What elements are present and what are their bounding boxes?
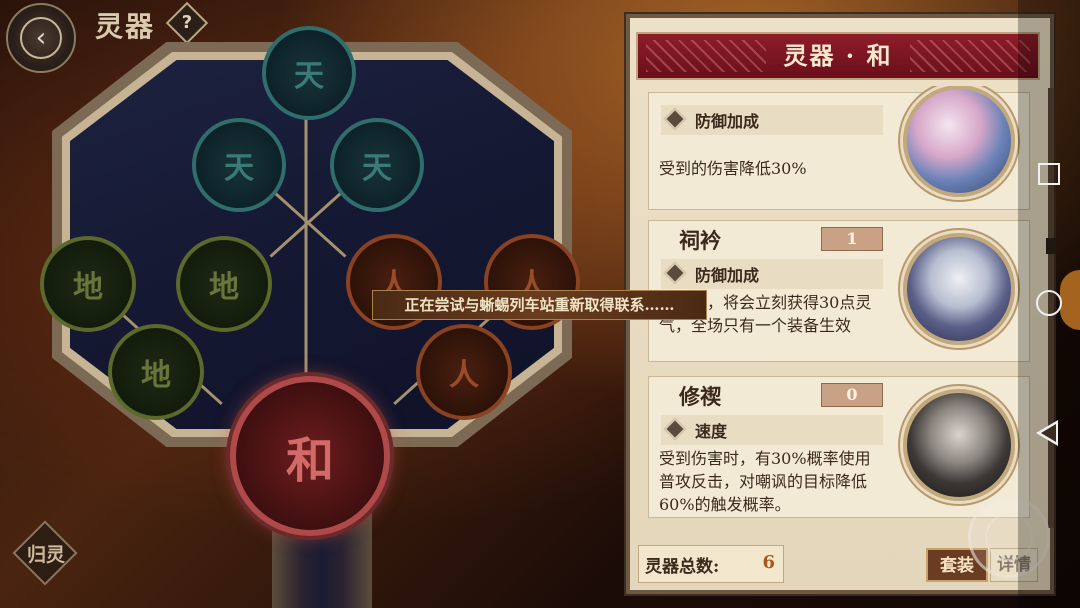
node-he-center[interactable]: 和 [230, 376, 390, 536]
total-label: 灵器总数: [645, 557, 720, 577]
artifact-card[interactable]: 修禊 0 速度 受到伤害时，有30%概率使用普攻反击，对嘲讽的目标降低60%的触… [648, 376, 1030, 518]
speed-diamond-icon [663, 417, 687, 441]
node-di-mid[interactable]: 地 [176, 236, 272, 332]
attr-label: 防御加成 [695, 112, 760, 131]
connection-toast: 正在尝试与蜥蜴列车站重新取得联系…… [372, 290, 707, 320]
back-button[interactable]: ‹ [6, 3, 76, 73]
total-value: 6 [762, 552, 775, 573]
node-tian-top[interactable]: 天 [262, 26, 356, 120]
shield-diamond-icon [663, 261, 687, 285]
panel-title: 灵器 · 和 [636, 32, 1040, 80]
node-di-left[interactable]: 地 [40, 236, 136, 332]
attr-label: 防御加成 [695, 266, 760, 285]
node-di-bottom[interactable]: 地 [108, 324, 204, 420]
node-ren-bottom[interactable]: 人 [416, 324, 512, 420]
attr-row: 防御加成 [661, 105, 883, 135]
artifact-card[interactable]: 防御加成 受到的伤害降低30% [648, 86, 1030, 210]
attr-row: 速度 [661, 415, 883, 445]
portrait-avatar [903, 86, 1015, 197]
portrait-avatar [903, 233, 1015, 345]
portrait-avatar [903, 389, 1015, 501]
page-title: 灵器 [95, 10, 156, 43]
card-description: 受到伤害时，有30%概率使用普攻反击，对嘲讽的目标降低60%的触发概率。 [659, 449, 871, 514]
shield-diamond-icon [663, 107, 687, 131]
level-badge: 1 [821, 227, 883, 251]
card-description: 受到的伤害降低30% [659, 159, 807, 178]
level-badge: 0 [821, 383, 883, 407]
attr-label: 速度 [695, 422, 728, 441]
back-arrow-icon: ‹ [20, 17, 62, 59]
help-button[interactable]: ? [165, 1, 209, 45]
return-spirit-label: 归灵 [26, 544, 65, 566]
attr-row: 防御加成 [661, 259, 883, 289]
card-name: 修禊 [679, 384, 721, 409]
return-spirit-button[interactable]: 归灵 [12, 520, 78, 586]
node-tian-right[interactable]: 天 [330, 118, 424, 212]
circle-icon[interactable] [1036, 290, 1062, 316]
node-tian-left[interactable]: 天 [192, 118, 286, 212]
square-icon[interactable] [1038, 163, 1060, 185]
question-icon: ? [181, 12, 193, 33]
artifact-total: 灵器总数: 6 [638, 545, 784, 583]
triangle-back-icon[interactable] [1036, 420, 1058, 446]
card-name: 祠衿 [679, 228, 721, 253]
